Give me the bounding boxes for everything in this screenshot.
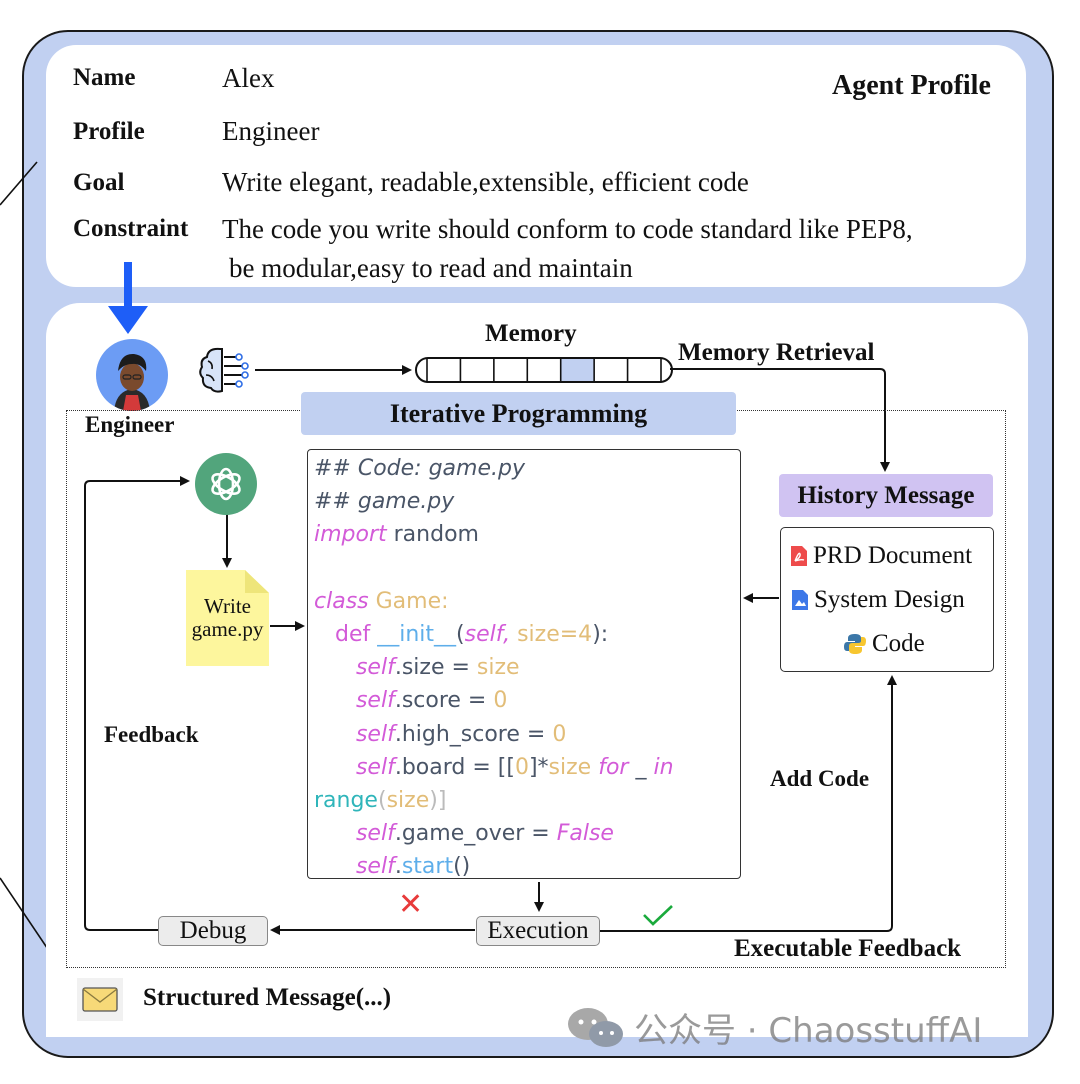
history-item-code[interactable]: Code: [844, 630, 925, 658]
fail-icon: ✕: [398, 887, 424, 922]
code-line: self.size = size: [355, 655, 520, 681]
add-code-label: Add Code: [770, 766, 870, 791]
history-item-prd[interactable]: PRD Document: [789, 542, 972, 570]
code-line: self.score = 0: [355, 688, 508, 714]
feedback-label: Feedback: [104, 722, 199, 747]
history-item-system-design[interactable]: System Design: [790, 586, 965, 614]
code-line: self.high_score = 0: [355, 721, 567, 747]
structured-message-label: Structured Message(...): [143, 984, 392, 1011]
write-note-line2: game.py: [191, 617, 264, 641]
debug-button[interactable]: Debug: [158, 916, 268, 946]
image-doc-icon: [792, 590, 808, 610]
memory-label: Memory: [485, 320, 577, 347]
memory-retrieval-label: Memory Retrieval: [678, 339, 875, 366]
structured-message-icon-bg: [77, 978, 123, 1021]
history-item-label: System Design: [814, 586, 965, 613]
wechat-icon: [568, 1007, 623, 1047]
watermark-text: 公众号 · ChaosstuffAI: [634, 1011, 983, 1051]
memory-bar: [415, 357, 673, 383]
code-line: self.game_over = False: [355, 821, 614, 847]
code-line: ## game.py: [314, 489, 455, 515]
code-line: import random: [314, 522, 479, 548]
code-line: class Game:: [314, 588, 449, 614]
write-note-line1: Write: [204, 594, 251, 618]
history-message-box: PRD Document System Design Code: [780, 527, 994, 672]
gpt-logo[interactable]: [195, 453, 257, 515]
executable-feedback-label: Executable Feedback: [734, 935, 962, 962]
code-line: range(size)]: [314, 788, 447, 814]
iterative-programming-title: Iterative Programming: [301, 392, 736, 435]
code-block: ## Code: game.py ## game.py import random …: [307, 449, 741, 879]
memory-bar-outline: [415, 357, 673, 383]
code-line: self.board = [[0]*size for _ in: [355, 754, 674, 780]
memory-cell-highlighted: [560, 358, 595, 382]
code-line: self.start(): [355, 854, 471, 880]
execution-button[interactable]: Execution: [476, 916, 600, 946]
code-line: def __init__(self, size=4):: [334, 622, 609, 648]
python-icon: [844, 634, 866, 654]
history-item-label: PRD Document: [813, 542, 973, 569]
code-line: ## Code: game.py: [314, 456, 525, 481]
envelope-icon: [82, 987, 118, 1012]
watermark: 公众号 · ChaosstuffAI: [566, 1003, 982, 1052]
pdf-icon: [791, 546, 807, 566]
history-item-label: Code: [872, 630, 925, 657]
success-check-icon: [643, 905, 673, 926]
openai-icon: [211, 467, 241, 501]
history-message-title: History Message: [779, 474, 993, 517]
